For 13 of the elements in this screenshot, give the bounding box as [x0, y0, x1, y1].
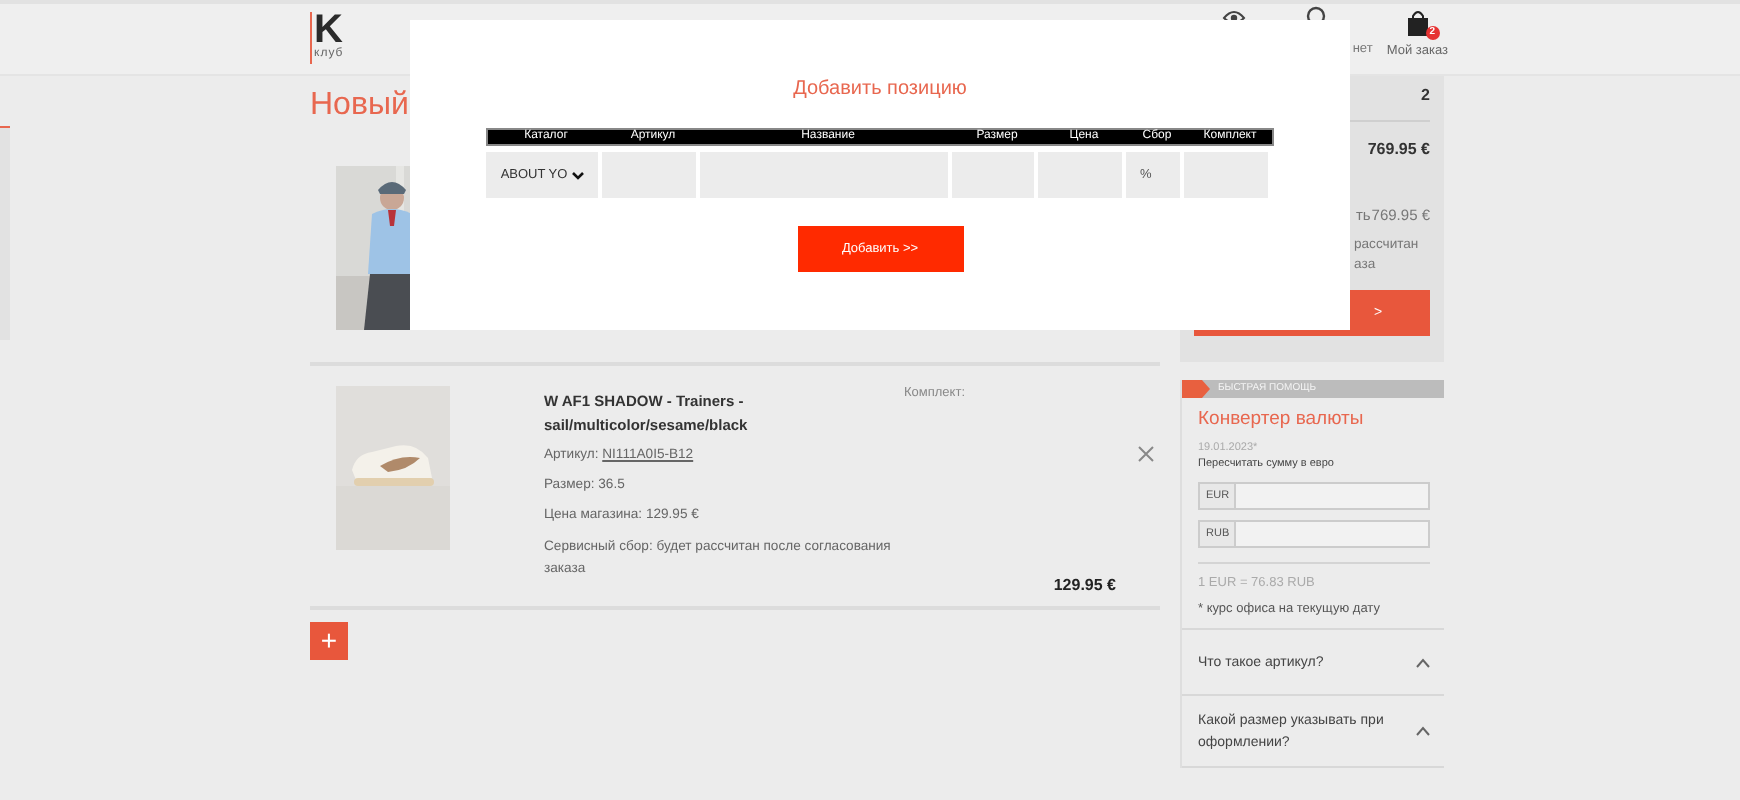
dialog-title: Добавить позицию [793, 78, 967, 100]
caret-icon [1416, 657, 1430, 667]
chevron-icon [571, 171, 584, 179]
order-total: 769.95 € [1365, 140, 1430, 158]
page-title: Новый [310, 86, 409, 126]
tag-icon [1182, 380, 1210, 398]
caret-icon [1416, 726, 1430, 736]
close-icon[interactable] [1138, 446, 1154, 462]
converter-title: Конвертер валюты [1198, 408, 1366, 432]
bag-icon[interactable] [1405, 10, 1430, 36]
item-total: 129.95 € [1053, 576, 1116, 594]
logo[interactable]: K [314, 12, 343, 48]
add-button[interactable]: + [310, 622, 348, 660]
